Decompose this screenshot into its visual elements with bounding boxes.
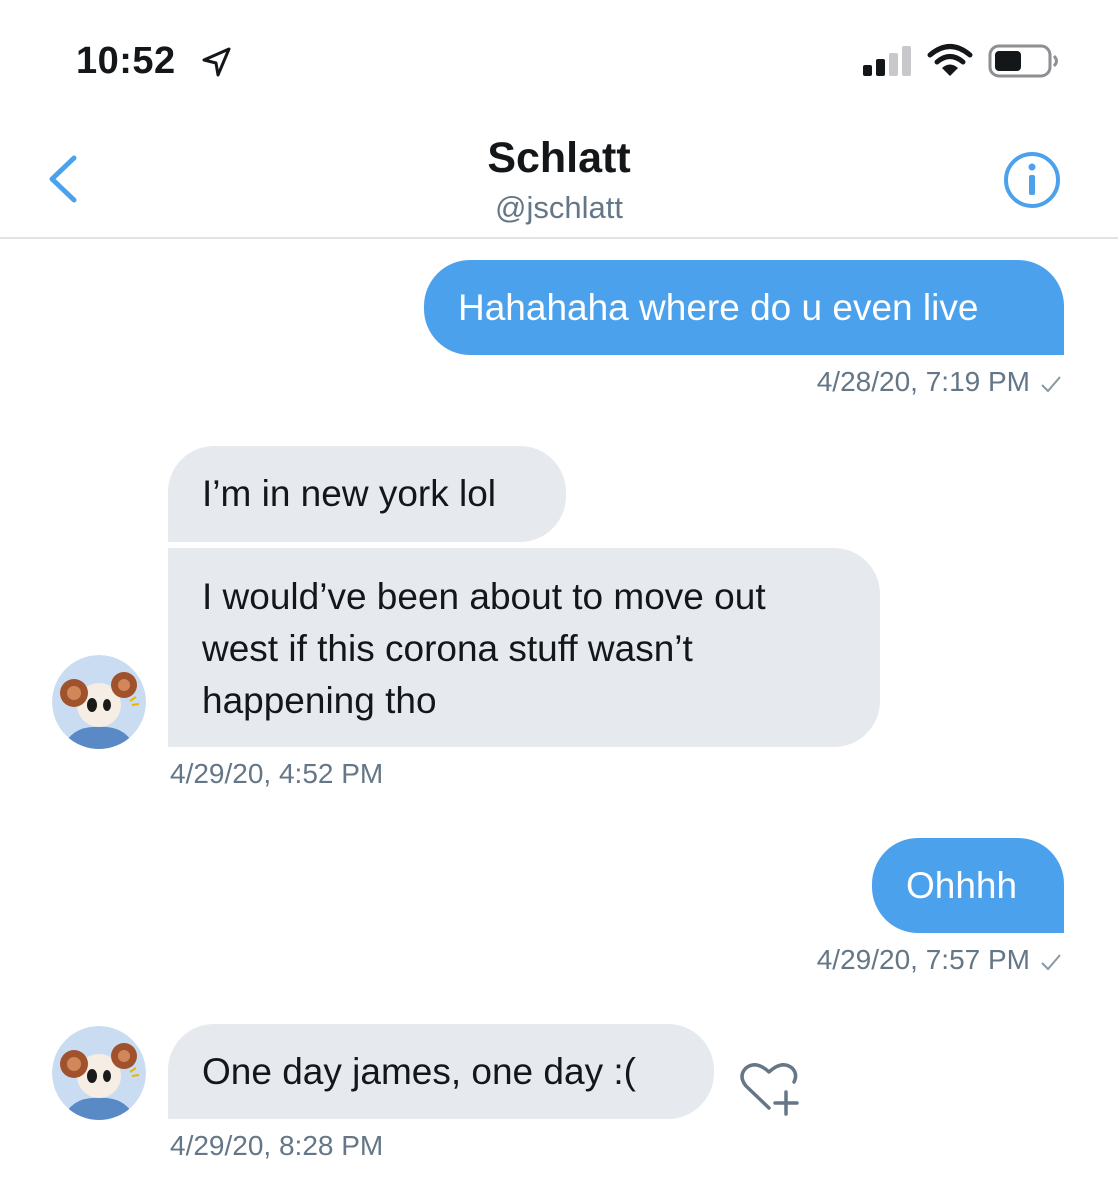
avatar-image	[52, 1026, 146, 1120]
message-timestamp: 4/29/20, 7:57 PM	[817, 944, 1062, 976]
message-text: Hahahaha where do u even live	[458, 287, 979, 328]
message-text-line: west if this corona stuff wasn’t	[202, 628, 693, 669]
message-text-line: happening tho	[202, 680, 437, 721]
received-message-bubble[interactable]: I would’ve been about to move out west i…	[168, 548, 880, 747]
avatar-image	[52, 655, 146, 749]
cellular-signal-icon	[863, 46, 911, 76]
avatar[interactable]	[52, 655, 146, 749]
received-message-bubble[interactable]: One day james, one day :(	[168, 1024, 714, 1119]
sent-message-bubble[interactable]: Hahahaha where do u even live	[424, 260, 1064, 355]
message-timestamp: 4/29/20, 4:52 PM	[170, 758, 384, 789]
message-text-line: I would’ve been about to move out	[202, 576, 766, 617]
message-timestamp: 4/28/20, 7:19 PM	[817, 366, 1062, 398]
status-time: 10:52	[76, 40, 176, 82]
battery-icon	[988, 44, 1058, 78]
heart-add-icon[interactable]	[736, 1058, 802, 1118]
wifi-icon	[927, 44, 973, 76]
info-icon[interactable]	[1002, 150, 1062, 210]
sent-message-bubble[interactable]: Ohhhh	[872, 838, 1064, 933]
checkmark-icon	[1041, 953, 1061, 971]
location-arrow-icon	[202, 47, 231, 77]
message-text: I’m in new york lol	[202, 473, 497, 514]
conversation-handle: @jschlatt	[495, 190, 623, 225]
message-text: Ohhhh	[906, 865, 1018, 906]
message-text: One day james, one day :(	[202, 1051, 636, 1092]
avatar[interactable]	[52, 1026, 146, 1120]
checkmark-icon	[1041, 375, 1061, 393]
received-message-bubble[interactable]: I’m in new york lol	[168, 446, 566, 542]
message-timestamp: 4/29/20, 8:28 PM	[170, 1130, 384, 1161]
conversation-title: Schlatt	[487, 134, 631, 182]
header-divider	[0, 237, 1118, 239]
